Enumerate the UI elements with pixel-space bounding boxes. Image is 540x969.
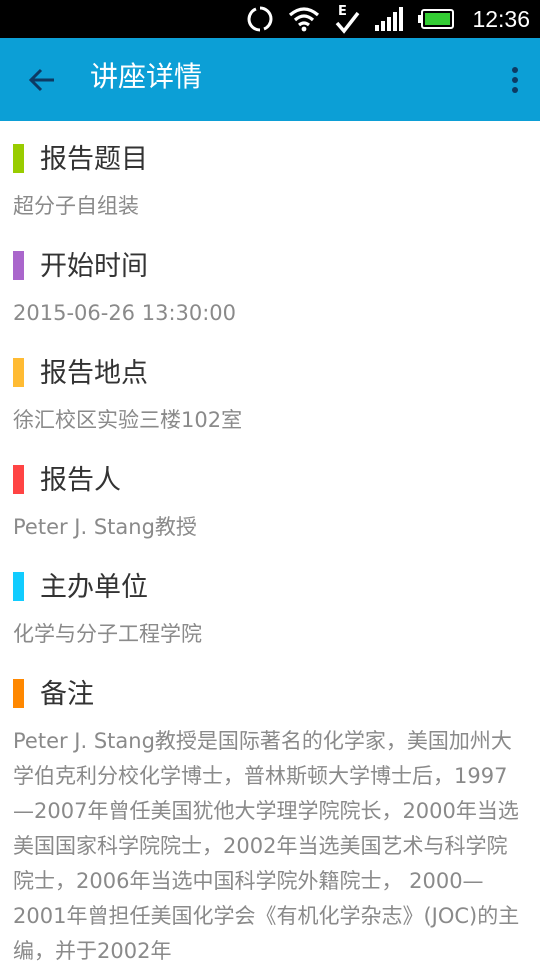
sync-icon (247, 6, 273, 32)
section-header: 报告人 (0, 442, 540, 510)
section-header: 报告地点 (0, 335, 540, 403)
more-vertical-icon (512, 66, 518, 93)
notes-text: Peter J. Stang教授是国际著名的化学家，美国加州大学伯克利分校化学博… (13, 729, 520, 963)
section-header: 主办单位 (0, 549, 540, 617)
section-header: 开始时间 (0, 228, 540, 296)
section-title: 报告地点 (40, 357, 148, 389)
section-speaker: 报告人 Peter J. Stang教授 (0, 442, 540, 549)
section-header: 备注 (0, 656, 540, 724)
section-marker (13, 464, 24, 494)
detail-content: 报告题目 超分子自组装 开始时间 2015-06-26 13:30:00 报告地… (0, 121, 540, 969)
arrow-left-icon (28, 68, 54, 91)
section-location: 报告地点 徐汇校区实验三楼102室 (0, 335, 540, 442)
section-title: 主办单位 (40, 571, 148, 603)
section-title: 报告人 (40, 464, 121, 496)
section-topic: 报告题目 超分子自组装 (0, 121, 540, 228)
section-header: 报告题目 (0, 121, 540, 189)
section-title: 报告题目 (40, 143, 148, 175)
signal-icon (375, 7, 404, 31)
page-title: 讲座详情 (90, 59, 203, 93)
section-start-time: 开始时间 2015-06-26 13:30:00 (0, 228, 540, 335)
section-marker (13, 678, 24, 708)
check-badge-icon: E (336, 4, 360, 34)
section-marker (13, 143, 24, 173)
section-marker (13, 571, 24, 601)
section-value: 化学与分子工程学院 (13, 622, 202, 646)
app-bar: 讲座详情 (0, 38, 540, 121)
section-organizer: 主办单位 化学与分子工程学院 (0, 549, 540, 656)
wifi-icon (289, 7, 320, 32)
battery-icon (418, 9, 455, 29)
section-value: 超分子自组装 (13, 194, 139, 218)
back-button[interactable] (0, 38, 84, 121)
section-value: 徐汇校区实验三楼102室 (13, 408, 243, 432)
section-marker (13, 250, 24, 280)
section-title: 开始时间 (40, 250, 148, 282)
section-value: 2015-06-26 13:30:00 (13, 301, 237, 325)
overflow-menu-button[interactable] (490, 38, 540, 121)
section-notes: 备注 Peter J. Stang教授是国际著名的化学家，美国加州大学伯克利分校… (0, 656, 540, 969)
svg-text:E: E (338, 4, 347, 19)
clock: 12:36 (472, 5, 530, 32)
status-bar: E 12:36 (0, 0, 540, 38)
section-marker (13, 357, 24, 387)
section-title: 备注 (40, 678, 94, 710)
section-value: Peter J. Stang教授 (13, 515, 197, 539)
